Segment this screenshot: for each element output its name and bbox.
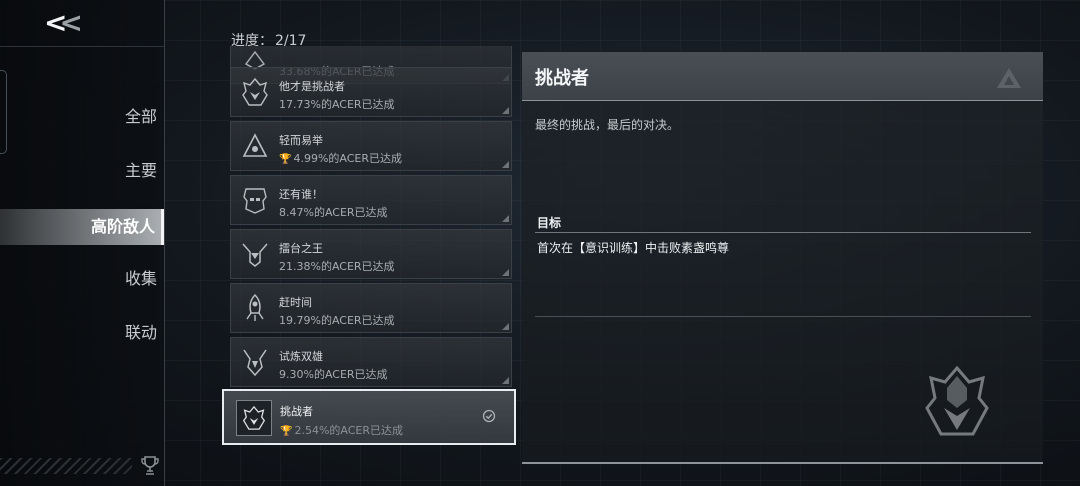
- mech-head-icon: [237, 74, 273, 110]
- skull-mask-icon: [237, 182, 273, 218]
- achievement-name: 轻而易举: [279, 134, 323, 147]
- achievement-rate-row: 🏆 4.99%的ACER已达成: [279, 150, 402, 166]
- nav-item-collection[interactable]: 收集: [0, 254, 164, 308]
- divider: [535, 316, 1031, 317]
- achievement-card[interactable]: 擂台之王 21.38%的ACER已达成: [230, 229, 512, 279]
- achievement-rate: 2.54%的ACER已达成: [294, 424, 404, 437]
- achievement-card[interactable]: 他才是挑战者 17.73%的ACER已达成: [230, 67, 512, 117]
- back-icon: <<: [44, 6, 83, 39]
- achievement-name: 他才是挑战者: [279, 80, 345, 93]
- goal-text: 首次在【意识训练】中击败素盏鸣尊: [537, 241, 730, 255]
- achievement-card[interactable]: 轻而易举 🏆 4.99%的ACER已达成: [230, 121, 512, 171]
- achievement-rate: 19.79%的ACER已达成: [279, 314, 395, 327]
- goal-label: 目标: [537, 216, 562, 230]
- achievement-rate: 4.99%的ACER已达成: [293, 152, 403, 165]
- achievement-rate: 9.30%的ACER已达成: [279, 368, 388, 381]
- achievement-name: 还有谁！: [279, 188, 323, 201]
- detail-header: 挑战者: [522, 52, 1043, 101]
- decorative-hatch: [0, 458, 132, 474]
- nav-item-elite-enemies[interactable]: 高阶敌人: [0, 209, 164, 245]
- achievement-card[interactable]: 赶时间 19.79%的ACER已达成: [230, 283, 512, 333]
- nav-item-main[interactable]: 主要: [0, 146, 164, 200]
- achievement-name: 擂台之王: [279, 242, 323, 255]
- divider: [535, 232, 1031, 233]
- achievement-name: 挑战者: [280, 405, 313, 418]
- rocket-icon: [237, 290, 273, 326]
- nav-item-label: 主要: [124, 161, 157, 180]
- achievement-card[interactable]: 还有谁！ 8.47%的ACER已达成: [230, 175, 512, 225]
- nav-item-label: 联动: [124, 323, 157, 342]
- detail-description: 最终的挑战，最后的对决。: [535, 118, 680, 132]
- achievement-rate-row: 🏆 2.54%的ACER已达成: [280, 422, 403, 438]
- nav-item-label: 高阶敌人: [90, 217, 155, 236]
- achievement-rate: 21.38%的ACER已达成: [279, 260, 395, 273]
- trophy-icon: 🏆: [280, 426, 293, 437]
- achievement-rate: 8.47%的ACER已达成: [279, 206, 388, 219]
- brand-logo-icon: [997, 68, 1021, 88]
- back-button[interactable]: <<: [44, 8, 92, 38]
- detail-title: 挑战者: [535, 68, 589, 89]
- trophy-icon: 🏆: [279, 154, 292, 165]
- sidebar-header: <<: [0, 0, 164, 47]
- twin-crest-icon: [237, 344, 273, 380]
- category-sidebar: << 全部 主要 高阶敌人 收集 联动: [0, 0, 165, 486]
- triangle-emblem-icon: [237, 128, 273, 164]
- nav-item-label: 全部: [124, 107, 157, 126]
- achievement-card-selected[interactable]: 挑战者 🏆 2.54%的ACER已达成: [222, 389, 516, 445]
- mech-head-icon: [236, 400, 272, 436]
- category-nav: 全部 主要 高阶敌人 收集 联动: [0, 92, 164, 362]
- achievement-name: 赶时间: [279, 296, 312, 309]
- achievement-name: 试炼双雄: [279, 350, 323, 363]
- nav-item-collab[interactable]: 联动: [0, 308, 164, 362]
- achievement-card[interactable]: 试炼双雄 9.30%的ACER已达成: [230, 337, 512, 387]
- achievement-detail-panel: 挑战者 最终的挑战，最后的对决。 目标 首次在【意识训练】中击败素盏鸣尊: [522, 52, 1043, 464]
- mech-head-emblem-icon: [925, 365, 989, 436]
- winged-crest-icon: [237, 236, 273, 272]
- nav-item-label: 收集: [124, 269, 157, 288]
- achievement-rate: 17.73%的ACER已达成: [279, 98, 395, 111]
- check-circle-icon: [482, 409, 496, 423]
- trophy-icon: [141, 456, 159, 475]
- achievement-list[interactable]: 33.68%的ACER已达成 他才是挑战者 17.73%的ACER已达成 轻而易…: [222, 46, 518, 450]
- nav-item-all[interactable]: 全部: [0, 92, 164, 146]
